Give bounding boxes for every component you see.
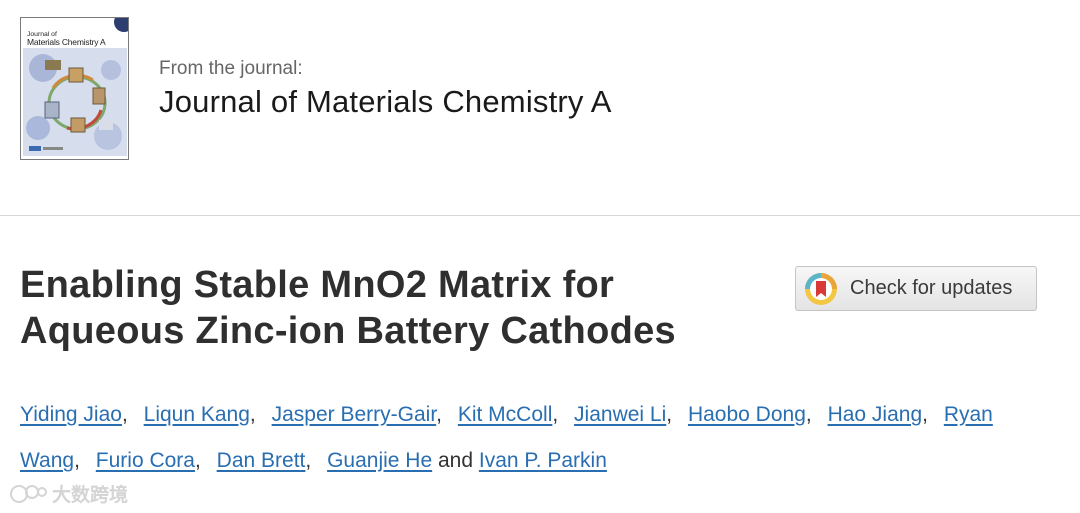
article-title-line-1: Enabling Stable MnO2 Matrix for	[20, 264, 615, 306]
journal-cover-image[interactable]: Journal of Materials Chemistry A	[20, 17, 129, 160]
from-journal-label: From the journal:	[159, 58, 303, 79]
author-link[interactable]: Kit McColl	[458, 403, 553, 426]
journal-name-link[interactable]: Journal of Materials Chemistry A	[159, 84, 612, 120]
check-for-updates-label: Check for updates	[850, 277, 1013, 299]
author-link[interactable]: Guanjie He	[327, 449, 432, 472]
journal-header: Journal of Materials Chemistry A From th…	[0, 0, 1080, 216]
author-line-1: Yiding Jiao, Liqun Kang, Jasper Berry-Ga…	[20, 403, 993, 426]
crossmark-icon	[805, 272, 837, 305]
article-title: Enabling Stable MnO2 Matrix for Aqueous …	[20, 262, 780, 354]
author-link[interactable]: Jasper Berry-Gair	[272, 403, 437, 426]
watermark-text: 大数跨境	[52, 484, 129, 506]
watermark: 大数跨境	[10, 480, 128, 507]
author-line-2: Wang, Furio Cora, Dan Brett, Guanjie He …	[20, 449, 607, 472]
cover-title: Journal of Materials Chemistry A	[27, 31, 106, 47]
author-link[interactable]: Haobo Dong	[688, 403, 806, 426]
cover-badge-icon	[114, 18, 128, 32]
author-conjunction: and	[437, 449, 474, 472]
author-link[interactable]: Ivan P. Parkin	[479, 449, 607, 472]
author-link[interactable]: Ryan	[944, 403, 993, 426]
cover-artwork-icon	[23, 48, 127, 156]
author-link[interactable]: Furio Cora	[96, 449, 195, 472]
header-divider	[0, 215, 1080, 216]
author-link[interactable]: Dan Brett	[217, 449, 306, 472]
author-link[interactable]: Hao Jiang	[828, 403, 923, 426]
author-link[interactable]: Liqun Kang	[144, 403, 250, 426]
author-link[interactable]: Wang	[20, 449, 74, 472]
check-for-updates-button[interactable]: Check for updates	[795, 266, 1037, 311]
author-list: Yiding Jiao, Liqun Kang, Jasper Berry-Ga…	[20, 392, 1030, 484]
author-link[interactable]: Jianwei Li	[574, 403, 666, 426]
article-title-line-2: Aqueous Zinc-ion Battery Cathodes	[20, 310, 676, 352]
watermark-logo-icon	[10, 484, 47, 503]
author-link[interactable]: Yiding Jiao	[20, 403, 122, 426]
